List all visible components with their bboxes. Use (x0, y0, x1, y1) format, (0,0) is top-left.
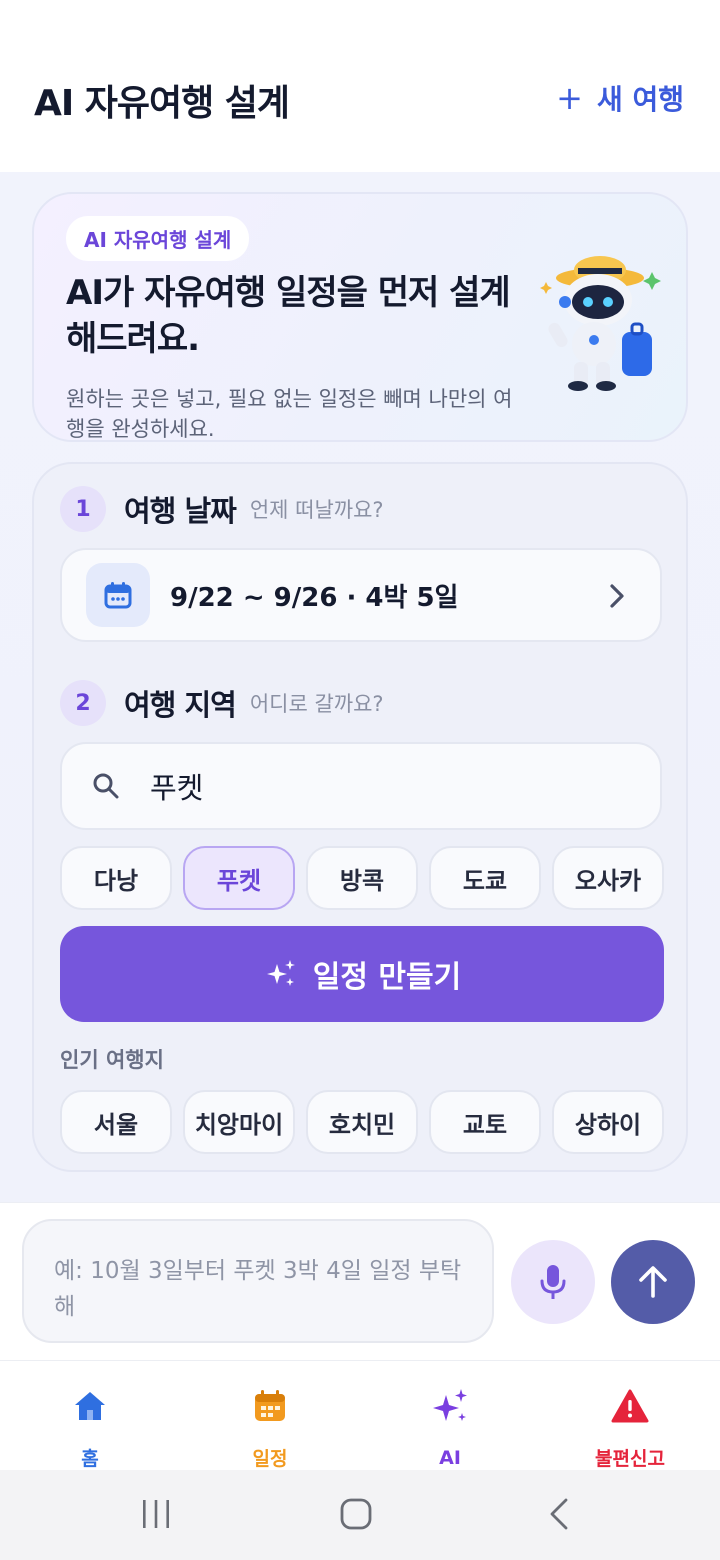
region-chip-osaka[interactable]: 오사카 (552, 846, 664, 910)
home-nav-icon[interactable] (338, 1496, 374, 1532)
date-range-value: 9/22 ~ 9/26 · 4박 5일 (170, 582, 459, 613)
tab-label: 불편신고 (595, 1448, 665, 1470)
popular-chip-shanghai[interactable]: 상하이 (552, 1090, 664, 1154)
tab-label: AI (439, 1447, 461, 1469)
new-trip-button[interactable]: + 새 여행 (556, 78, 684, 118)
region-search-field[interactable] (60, 742, 662, 830)
step-subtitle: 어디로 갈까요? (249, 692, 384, 716)
search-icon (93, 773, 119, 799)
back-icon[interactable] (544, 1496, 572, 1532)
warning-icon (611, 1387, 649, 1424)
plus-icon: + (556, 79, 583, 117)
region-chip-list: 다낭 푸켓 방콕 도쿄 오사카 (60, 846, 664, 910)
step-date-header: 1 여행 날짜 언제 떠날까요? (60, 486, 384, 532)
trip-form-card: 1 여행 날짜 언제 떠날까요? 9/22 ~ 9/26 · 4박 5일 2 여… (32, 462, 688, 1172)
home-icon (72, 1387, 108, 1424)
popular-chip-chiangmai[interactable]: 치앙마이 (183, 1090, 295, 1154)
hero-description: 원하는 곳은 넣고, 필요 없는 일정은 빼며 나만의 여행을 완성하세요. (66, 387, 513, 441)
tab-label: 홈 (81, 1448, 99, 1470)
sparkle-icon (430, 1387, 470, 1427)
step-title: 여행 날짜 (124, 494, 237, 528)
popular-chip-seoul[interactable]: 서울 (60, 1090, 172, 1154)
mic-button[interactable] (511, 1240, 595, 1324)
date-picker-field[interactable]: 9/22 ~ 9/26 · 4박 5일 (60, 548, 662, 642)
chat-input[interactable]: 예: 10월 3일부터 푸켓 3박 4일 일정 부탁해 (22, 1219, 494, 1343)
tab-home[interactable]: 홈 (0, 1361, 180, 1471)
arrow-up-icon (639, 1266, 667, 1298)
step-number: 1 (60, 486, 106, 532)
popular-destinations-label: 인기 여행지 (60, 1048, 164, 1072)
hero-badge: AI 자유여행 설계 (66, 216, 250, 261)
create-itinerary-label: 일정 만들기 (312, 960, 462, 995)
tab-report[interactable]: 불편신고 (540, 1361, 720, 1471)
main-content: AI 자유여행 설계 AI가 자유여행 일정을 먼저 설계해드려요. 원하는 곳… (0, 172, 720, 1202)
create-itinerary-button[interactable]: 일정 만들기 (60, 926, 664, 1022)
region-chip-bangkok[interactable]: 방콕 (306, 846, 418, 910)
calendar-icon (253, 1387, 287, 1424)
step-region-header: 2 여행 지역 어디로 갈까요? (60, 680, 384, 726)
tab-ai[interactable]: AI (360, 1361, 540, 1471)
system-navigation-bar (0, 1470, 720, 1560)
hero-card: AI 자유여행 설계 AI가 자유여행 일정을 먼저 설계해드려요. 원하는 곳… (32, 192, 688, 442)
step-number: 2 (60, 680, 106, 726)
microphone-icon (540, 1265, 566, 1299)
popular-chip-hochiminh[interactable]: 호치민 (306, 1090, 418, 1154)
send-button[interactable] (611, 1240, 695, 1324)
app-header: AI 자유여행 설계 + 새 여행 (0, 0, 720, 172)
chevron-right-icon (610, 584, 624, 608)
popular-chip-list: 서울 치앙마이 호치민 교토 상하이 (60, 1090, 664, 1154)
step-subtitle: 언제 떠날까요? (249, 498, 384, 522)
region-search-input[interactable] (150, 769, 630, 803)
hero-title: AI가 자유여행 일정을 먼저 설계해드려요. (66, 273, 511, 359)
popular-chip-kyoto[interactable]: 교토 (429, 1090, 541, 1154)
step-title: 여행 지역 (124, 688, 237, 722)
robot-mascot-icon (540, 256, 661, 391)
new-trip-label: 새 여행 (596, 83, 684, 116)
chat-composer: 예: 10월 3일부터 푸켓 3박 4일 일정 부탁해 (0, 1202, 720, 1360)
tab-schedule[interactable]: 일정 (180, 1361, 360, 1471)
region-chip-phuket[interactable]: 푸켓 (183, 846, 295, 910)
region-chip-danang[interactable]: 다낭 (60, 846, 172, 910)
bottom-tab-bar: 홈 일정 AI 불편신고 (0, 1360, 720, 1470)
tab-label: 일정 (252, 1448, 288, 1470)
calendar-icon (86, 563, 150, 627)
page-title: AI 자유여행 설계 (34, 83, 290, 124)
recent-apps-icon[interactable] (140, 1496, 172, 1532)
region-chip-tokyo[interactable]: 도쿄 (429, 846, 541, 910)
sparkle-icon (266, 960, 295, 986)
